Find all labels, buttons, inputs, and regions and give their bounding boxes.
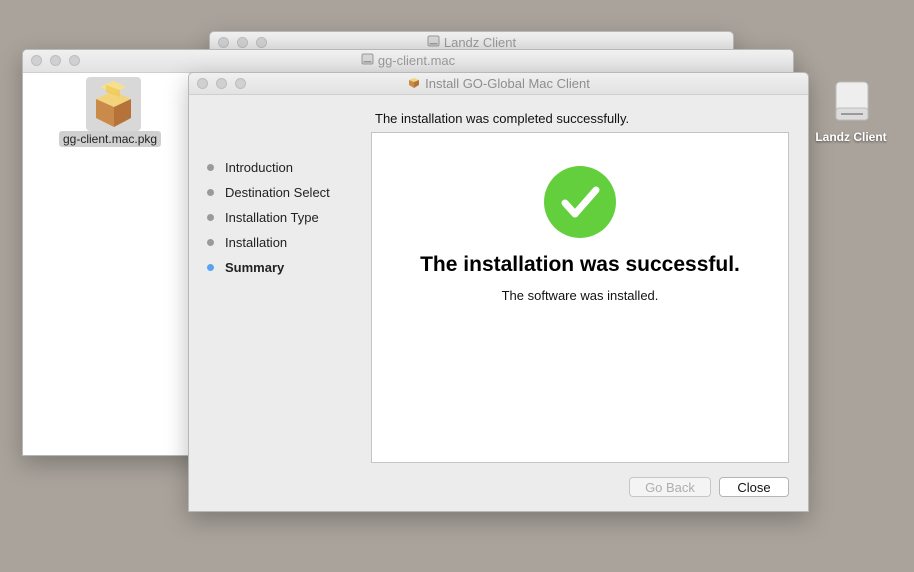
step-label: Summary [225, 260, 285, 275]
minimize-window-button[interactable] [216, 78, 227, 89]
file-name-label[interactable]: gg-client.mac.pkg [59, 131, 162, 147]
go-back-button[interactable]: Go Back [629, 477, 711, 497]
step-bullet-icon [207, 239, 214, 246]
header-message: The installation was completed successfu… [375, 111, 630, 126]
checkmark-icon [544, 166, 616, 238]
installer-titlebar[interactable]: Install GO-Global Mac Client [189, 73, 808, 95]
close-button[interactable]: Close [719, 477, 789, 497]
package-icon [407, 74, 421, 95]
step-introduction: Introduction [207, 155, 330, 180]
step-bullet-icon [207, 264, 214, 271]
step-installation: Installation [207, 230, 330, 255]
step-installation-type: Installation Type [207, 205, 330, 230]
step-label: Installation [225, 235, 288, 250]
disk-drive-icon[interactable] [833, 80, 871, 124]
zoom-window-button[interactable] [235, 78, 246, 89]
step-bullet-icon [207, 164, 214, 171]
close-window-button[interactable] [31, 55, 42, 66]
package-icon[interactable] [86, 77, 141, 131]
disk-icon [361, 51, 374, 73]
step-bullet-icon [207, 214, 214, 221]
steps-list: Introduction Destination Select Installa… [207, 155, 330, 280]
step-label: Installation Type [225, 210, 319, 225]
folder-titlebar[interactable]: gg-client.mac [23, 50, 793, 73]
step-destination-select: Destination Select [207, 180, 330, 205]
window-title: gg-client.mac [377, 53, 456, 68]
step-bullet-icon [207, 189, 214, 196]
content-panel: The installation was successful. The sof… [371, 132, 789, 463]
step-summary: Summary [207, 255, 330, 280]
zoom-window-button[interactable] [256, 37, 267, 48]
installer-window[interactable]: Install GO-Global Mac Client The install… [188, 72, 809, 512]
success-title: The installation was successful. [420, 253, 740, 276]
close-window-button[interactable] [218, 37, 229, 48]
window-controls [31, 55, 80, 66]
step-label: Destination Select [225, 185, 330, 200]
minimize-window-button[interactable] [237, 37, 248, 48]
zoom-window-button[interactable] [69, 55, 80, 66]
close-window-button[interactable] [197, 78, 208, 89]
window-controls [218, 37, 267, 48]
window-title: Landz Client [443, 35, 517, 50]
success-subtitle: The software was installed. [501, 288, 659, 303]
step-label: Introduction [225, 160, 293, 175]
drive-label[interactable]: Landz Client [805, 130, 897, 144]
window-title: Install GO-Global Mac Client [425, 76, 590, 91]
window-controls [197, 78, 246, 89]
minimize-window-button[interactable] [50, 55, 61, 66]
